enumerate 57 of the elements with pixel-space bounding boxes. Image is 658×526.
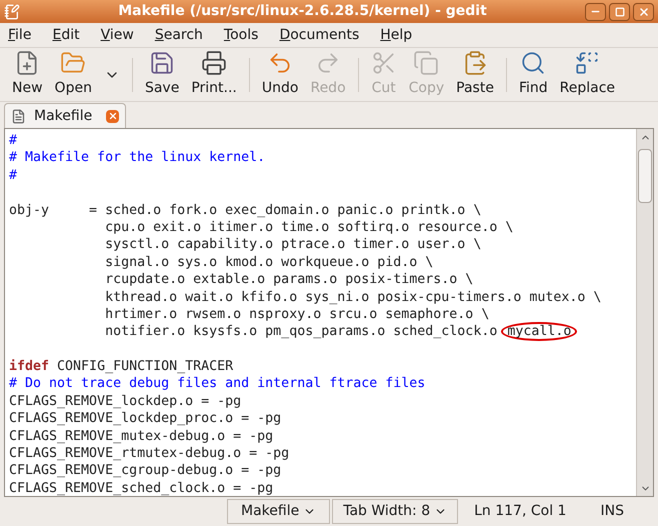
code-comment: # Do not trace debug files and internal ftrace files (9, 376, 426, 392)
menu-item[interactable]: Help (377, 24, 416, 46)
code-comment: # (9, 168, 18, 183)
toolbar-button[interactable]: New (6, 50, 49, 99)
code-text: CFLAGS_REMOVE_cgroup-debug.o = -pg (9, 463, 282, 478)
menu-item[interactable]: Edit (49, 24, 83, 46)
scrollbar-thumb[interactable] (638, 149, 652, 203)
menu-item[interactable]: View (98, 24, 137, 46)
cursor-position: Ln 117, Col 1 (474, 502, 566, 521)
tab-label: Makefile (34, 106, 92, 126)
menu-item[interactable]: Tools (220, 24, 262, 46)
language-dropdown[interactable]: Makefile (227, 499, 330, 524)
toolbar-button[interactable]: Open (48, 50, 98, 99)
close-button[interactable] (633, 2, 654, 20)
code-text: hrtimer.o rwsem.o nsproxy.o srcu.o semaphore.o \ (104, 306, 490, 322)
code-comment: # Makefile for the linux kernel. (9, 150, 266, 166)
vertical-scrollbar[interactable] (636, 129, 653, 496)
code-text: obj-y = sched.o fork.o exec_domain.o panic.o printk.o \ (9, 202, 482, 218)
menu-item[interactable]: Documents (276, 24, 362, 46)
toolbar-button[interactable]: Paste (450, 50, 500, 99)
code-text: rcupdate.o extable.o params.o posix-timers.o \ (104, 272, 474, 288)
toolbar-button[interactable]: Undo (256, 50, 304, 99)
menu-item[interactable]: Search (152, 24, 206, 46)
code-text: CFLAGS_REMOVE_mutex-debug.o = -pg (9, 428, 274, 444)
document-icon (11, 108, 26, 124)
tab-width-dropdown[interactable]: Tab Width: 8 (332, 499, 458, 524)
code-text: CFLAGS_REMOVE_lockdep.o = -pg (9, 394, 242, 409)
replace-icon (574, 50, 600, 76)
tab-close-icon[interactable] (106, 110, 120, 122)
copy-icon (413, 50, 440, 76)
search-icon (520, 50, 546, 76)
code-text: CONFIG_FUNCTION_TRACER (56, 359, 234, 374)
code-keyword: ifdef (9, 359, 50, 374)
code-text: CFLAGS_REMOVE_rtmutex-debug.o = -pg (9, 446, 290, 462)
toolbar-button[interactable]: Save (138, 50, 186, 99)
text-editor-icon (4, 4, 20, 20)
code-text: kthread.o wait.o kfifo.o sys_ni.o posix-cpu-timers.o mutex.o \ (104, 290, 602, 305)
code-text: sysctl.o capability.o ptrace.o timer.o user.o \ (104, 237, 482, 252)
code-text: notifier.o ksysfs.o pm_qos_params.o sched_clock.o (104, 324, 498, 340)
code-text: cpu.o exit.o itimer.o time.o softirq.o resource.o \ (104, 220, 514, 235)
window-title: Makefile (/usr/src/linux-2.6.28.5/kernel) - gedit (117, 2, 488, 21)
minimize-button[interactable] (585, 2, 606, 20)
document-tab[interactable]: Makefile (4, 103, 126, 128)
toolbar-button[interactable]: Print... (185, 50, 243, 99)
printer-icon (201, 50, 228, 76)
code-text: CFLAGS_REMOVE_sched_clock.o = -pg (9, 480, 274, 496)
circled-code-text: mycall.o (501, 322, 578, 342)
menu-item[interactable]: File (5, 24, 34, 46)
maximize-button[interactable] (609, 2, 630, 20)
toolbar-button[interactable]: Find (512, 50, 554, 99)
maximize-icon (614, 6, 624, 16)
code-text: signal.o sys.o kmod.o workqueue.o pid.o \ (104, 254, 434, 270)
close-icon (638, 6, 650, 18)
toolbar-button[interactable]: Replace (554, 50, 622, 99)
code-comment: # (9, 133, 18, 148)
insert-mode: INS (600, 502, 624, 521)
code-text: CFLAGS_REMOVE_lockdep_proc.o = -pg (9, 411, 282, 426)
